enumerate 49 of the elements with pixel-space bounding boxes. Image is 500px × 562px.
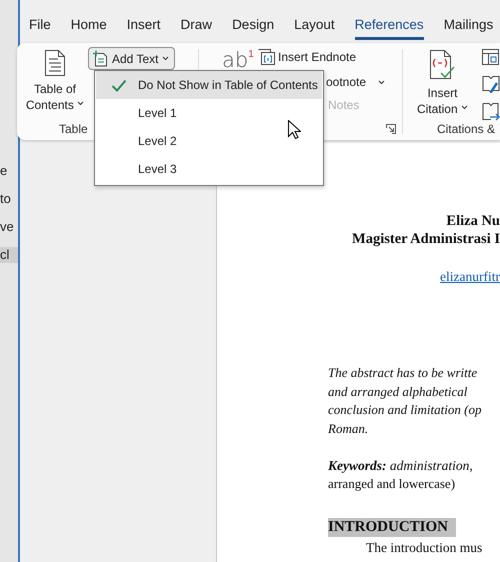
affiliation-text: Magister Administrasi I	[351, 230, 500, 248]
next-footnote-button[interactable]: ootnote	[326, 75, 366, 89]
keywords-text: Keywords: administration,	[328, 456, 474, 475]
abstract-text: Roman.	[328, 420, 370, 438]
citation-icon	[427, 49, 458, 81]
document-plus-icon	[92, 50, 108, 67]
group-label: Citations &	[436, 122, 496, 136]
ribbon-tab[interactable]: Insert	[126, 16, 161, 40]
document-icon	[44, 49, 66, 77]
keywords-text: arranged and lowercase)	[328, 475, 456, 493]
chevron-icon	[162, 56, 170, 61]
window-text: to	[0, 191, 12, 207]
book-arrow-icon[interactable]	[482, 102, 500, 122]
email-link[interactable]: elizanurfitr	[440, 269, 500, 284]
table-of-contents-button[interactable]: Table of Contents	[24, 47, 86, 115]
window-text: ve	[0, 219, 15, 235]
insert-footnote-icon[interactable]: ab$^{1}$	[222, 46, 254, 69]
book-brush-icon[interactable]	[482, 74, 500, 94]
abstract-text: The abstract has to be writte	[328, 364, 478, 382]
group-label: Table	[58, 122, 89, 136]
window-icon[interactable]	[482, 49, 500, 66]
menu-item[interactable]: Level 1	[96, 99, 322, 127]
window-text: cl	[0, 247, 18, 263]
ribbon-tab[interactable]: File	[29, 16, 51, 40]
ribbon-tab[interactable]: References	[354, 16, 424, 40]
ribbon-tab[interactable]: Home	[70, 16, 107, 40]
pages-icon	[258, 49, 275, 65]
chevron-icon	[77, 101, 84, 106]
dialog-launcher-icon[interactable]	[386, 124, 396, 134]
mouse-pointer-icon	[288, 120, 301, 139]
section-heading: INTRODUCTION	[328, 518, 456, 536]
author-name: Eliza Nu	[445, 212, 500, 230]
menu-item[interactable]: Level 2	[96, 127, 322, 155]
abstract-text: conclusion and limitation (op	[328, 401, 482, 419]
abstract-text: and arranged alphabetical	[328, 382, 468, 401]
insert-citation-button[interactable]: Insert Citation	[414, 47, 470, 119]
ribbon-tab[interactable]: Mailings	[444, 16, 494, 40]
chevron-icon	[461, 105, 468, 110]
ribbon-tab[interactable]: Design	[232, 16, 274, 40]
insert-endnote-button[interactable]: Insert Endnote	[258, 47, 386, 67]
add-text-button[interactable]: Add Text	[88, 47, 176, 70]
checkmark-icon	[111, 78, 127, 92]
menu-item[interactable]: Do Not Show in Table of Contents	[96, 71, 322, 99]
menu-item[interactable]: Level 3	[96, 155, 322, 183]
chevron-icon	[378, 80, 386, 84]
ribbon-tab[interactable]: Draw	[180, 16, 212, 40]
window-text: e	[0, 163, 8, 179]
ribbon-tab[interactable]: Layout	[294, 16, 335, 40]
paragraph-text: The introduction mus	[365, 538, 484, 556]
